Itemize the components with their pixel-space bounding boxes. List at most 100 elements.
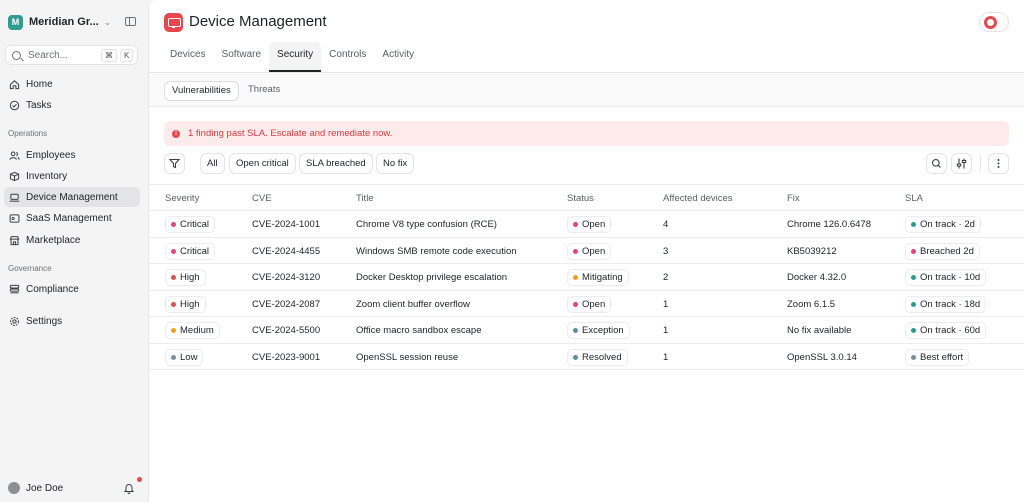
app-window-icon bbox=[9, 213, 20, 223]
severity-label: Medium bbox=[180, 325, 214, 336]
cve-id[interactable]: CVE-2024-5500 bbox=[252, 325, 320, 336]
vulnerability-title[interactable]: Office macro sandbox escape bbox=[356, 325, 482, 336]
severity-dot bbox=[171, 222, 176, 227]
filter-sla-breached[interactable]: SLA breached bbox=[299, 153, 373, 174]
fix-version: OpenSSL 3.0.14 bbox=[787, 351, 857, 363]
sla-label: On track · 2d bbox=[920, 219, 975, 230]
vulnerability-title[interactable]: OpenSSL session reuse bbox=[356, 352, 458, 363]
vulnerability-title[interactable]: Docker Desktop privilege escalation bbox=[356, 272, 507, 283]
alert-text: 1 finding past SLA. Escalate and remedia… bbox=[188, 128, 393, 139]
shortcut-key-k: K bbox=[120, 48, 134, 62]
column-header-cve[interactable]: CVE bbox=[252, 193, 272, 204]
sidebar-item-marketplace[interactable]: Marketplace bbox=[4, 230, 140, 250]
filter-button[interactable] bbox=[164, 153, 185, 174]
tab-activity[interactable]: Activity bbox=[374, 42, 422, 72]
table-search-button[interactable] bbox=[926, 153, 947, 174]
filter-all[interactable]: All bbox=[200, 153, 225, 174]
sidebar-item-compliance[interactable]: Compliance bbox=[4, 279, 140, 299]
tab-devices[interactable]: Devices bbox=[162, 42, 214, 72]
filter-open-critical[interactable]: Open critical bbox=[229, 153, 296, 174]
search-icon bbox=[931, 158, 941, 168]
affected-devices-count: 1 bbox=[663, 351, 669, 363]
fix-version: Docker 4.32.0 bbox=[787, 272, 847, 283]
sla-badge: On track · 10d bbox=[905, 269, 987, 286]
affected-devices-count: 1 bbox=[663, 325, 669, 336]
chevron-down-icon: ⌄ bbox=[103, 16, 112, 27]
severity-badge: Critical bbox=[165, 242, 216, 260]
status-label: Mitigating bbox=[582, 272, 623, 283]
column-header-fix[interactable]: Fix bbox=[787, 193, 800, 204]
fix-version: Chrome 126.0.6478 bbox=[787, 219, 871, 230]
cve-id[interactable]: CVE-2024-3120 bbox=[252, 272, 320, 283]
tab-security[interactable]: Security bbox=[269, 42, 322, 72]
table-row[interactable]: High CVE-2024-3120 Docker Desktop privileg… bbox=[149, 264, 1024, 291]
column-header-status[interactable]: Status bbox=[567, 193, 594, 204]
search-input[interactable] bbox=[28, 49, 98, 61]
sliders-icon bbox=[956, 158, 967, 169]
table-row[interactable]: Medium CVE-2024-5500 Office macro sandbox … bbox=[149, 317, 1024, 344]
user-menu[interactable]: Joe Doe bbox=[8, 482, 63, 494]
cve-id[interactable]: CVE-2024-1001 bbox=[252, 219, 320, 230]
subtab-vulnerabilities[interactable]: Vulnerabilities bbox=[164, 81, 239, 101]
column-header-title[interactable]: Title bbox=[356, 193, 374, 204]
vulnerability-title[interactable]: Chrome V8 type confusion (RCE) bbox=[356, 219, 497, 230]
sla-label: On track · 18d bbox=[920, 298, 981, 310]
table-row[interactable]: Critical CVE-2024-4455 Windows SMB remote … bbox=[149, 238, 1024, 264]
table-row[interactable]: Low CVE-2023-9001 OpenSSL session reuse Res… bbox=[149, 344, 1024, 370]
severity-label: Critical bbox=[180, 219, 210, 230]
more-options-button[interactable] bbox=[988, 153, 1009, 174]
severity-label: High bbox=[180, 272, 200, 283]
sidebar-item-employees[interactable]: Employees bbox=[4, 145, 140, 165]
cve-id[interactable]: CVE-2023-9001 bbox=[252, 352, 320, 363]
status-label: Open bbox=[582, 245, 606, 257]
vulnerability-title[interactable]: Windows SMB remote code execution bbox=[356, 246, 517, 257]
sla-label: Best effort bbox=[920, 351, 964, 363]
status-dot bbox=[573, 354, 578, 360]
sidebar-item-device-management[interactable]: Device Management bbox=[4, 187, 140, 207]
vulnerability-title[interactable]: Zoom client buffer overflow bbox=[356, 299, 470, 310]
sla-badge: Best effort bbox=[905, 348, 970, 366]
sidebar-toggle-icon[interactable] bbox=[125, 17, 136, 26]
affected-devices-count: 2 bbox=[663, 272, 669, 283]
sidebar-item-inventory[interactable]: Inventory bbox=[4, 166, 140, 186]
cve-id[interactable]: CVE-2024-4455 bbox=[252, 246, 320, 257]
alert-icon: ! bbox=[172, 129, 180, 138]
column-header-sla[interactable]: SLA bbox=[905, 193, 923, 204]
column-settings-button[interactable] bbox=[951, 153, 972, 174]
sidebar-item-label: Employees bbox=[26, 149, 76, 161]
help-button[interactable] bbox=[979, 12, 1009, 32]
org-switcher[interactable]: M Meridian Gr... ⌄ bbox=[8, 11, 140, 33]
tab-software[interactable]: Software bbox=[214, 42, 269, 72]
severity-label: Low bbox=[180, 351, 198, 363]
sidebar-item-label: Marketplace bbox=[26, 234, 81, 246]
sidebar-item-home[interactable]: Home bbox=[4, 74, 140, 94]
sidebar-item-settings[interactable]: Settings bbox=[4, 311, 140, 331]
status-label: Exception bbox=[582, 325, 624, 336]
tab-controls[interactable]: Controls bbox=[321, 42, 374, 72]
sla-dot bbox=[911, 248, 916, 254]
org-avatar: M bbox=[8, 14, 23, 30]
sidebar-item-saas-management[interactable]: SaaS Management bbox=[4, 208, 140, 228]
cve-id[interactable]: CVE-2024-2087 bbox=[252, 299, 320, 310]
column-header-severity[interactable]: Severity bbox=[165, 193, 199, 204]
bell-icon[interactable] bbox=[124, 483, 134, 494]
main-panel: Device Management Devices Software Secur… bbox=[148, 0, 1024, 502]
status-dot bbox=[573, 248, 578, 254]
sidebar-item-label: Compliance bbox=[26, 283, 79, 295]
store-icon bbox=[9, 235, 20, 245]
severity-label: Critical bbox=[180, 245, 210, 257]
sla-alert-banner: ! 1 finding past SLA. Escalate and remed… bbox=[164, 121, 1009, 146]
column-header-affected-devices[interactable]: Affected devices bbox=[663, 193, 733, 204]
table-row[interactable]: Critical CVE-2024-1001 Chrome V8 type conf… bbox=[149, 211, 1024, 238]
filter-no-fix[interactable]: No fix bbox=[376, 153, 415, 174]
section-label-governance: Governance bbox=[8, 264, 52, 273]
search-box[interactable]: ⌘ K bbox=[5, 45, 138, 65]
device-management-app-icon bbox=[164, 13, 183, 32]
severity-badge: High bbox=[165, 295, 206, 313]
sla-label: On track · 10d bbox=[920, 272, 981, 283]
sla-label: On track · 60d bbox=[920, 325, 981, 336]
subtab-threats[interactable]: Threats bbox=[241, 81, 287, 101]
status-dot bbox=[573, 275, 578, 280]
sidebar-item-tasks[interactable]: Tasks bbox=[4, 95, 140, 115]
table-row[interactable]: High CVE-2024-2087 Zoom client buffer over… bbox=[149, 291, 1024, 317]
